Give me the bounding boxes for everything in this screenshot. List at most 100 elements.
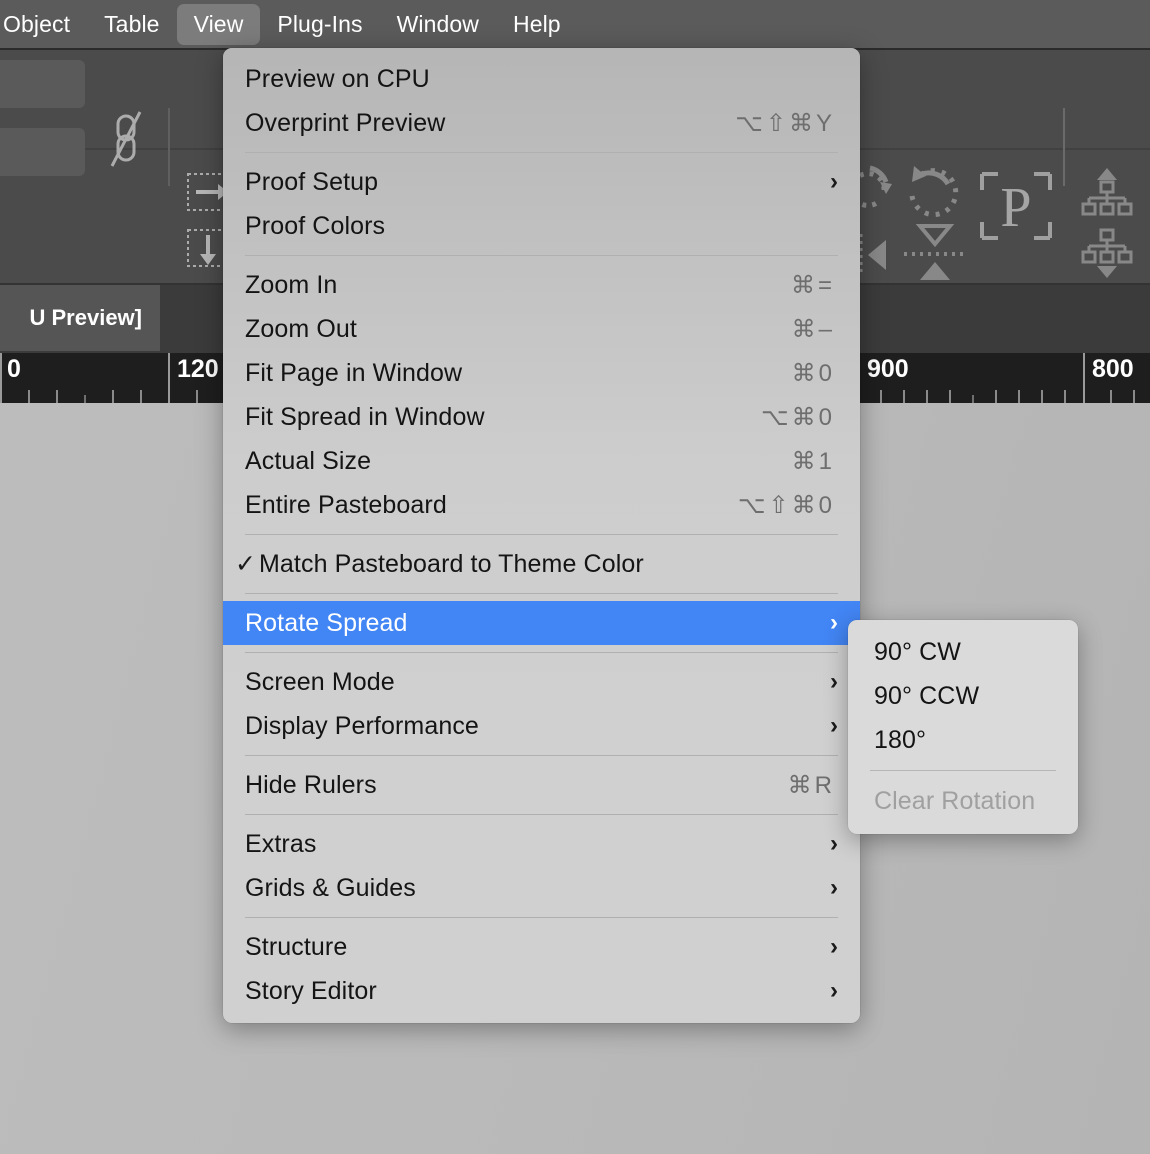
menu-item-label: Zoom Out [245, 314, 357, 343]
ruler-minor-tick [880, 390, 882, 403]
chevron-right-icon: › [830, 933, 838, 960]
menu-item-label: Match Pasteboard to Theme Color [259, 549, 644, 578]
menubar-item-table[interactable]: Table [87, 4, 176, 45]
menu-separator [245, 255, 838, 256]
ruler-label: 0 [7, 355, 21, 383]
menu-item-shortcut: ⌘– [791, 315, 835, 343]
chevron-right-icon: › [830, 874, 838, 901]
menu-item-shortcut: ⌘0 [791, 359, 835, 387]
ruler-minor-tick [949, 390, 951, 403]
menu-item-label: Structure [245, 932, 348, 961]
menu-item-label: Actual Size [245, 446, 372, 475]
menubar-item-object[interactable]: Object [0, 4, 87, 45]
menu-item-label: Proof Setup [245, 167, 379, 196]
svg-text:P: P [1000, 177, 1031, 239]
view-menu-dropdown: Preview on CPU Overprint Preview ⌥⇧⌘Y Pr… [223, 48, 860, 1023]
menu-item-hide-rulers[interactable]: Hide Rulers ⌘R [223, 763, 860, 807]
ruler-minor-tick [903, 390, 905, 403]
menu-item-shortcut: ⌘= [790, 271, 835, 299]
menu-item-label: Grids & Guides [245, 873, 416, 902]
rotate-spread-submenu: 90° CW 90° CCW 180° Clear Rotation [848, 620, 1078, 834]
menu-item-preview-on-cpu[interactable]: Preview on CPU [223, 57, 860, 101]
menubar-item-window[interactable]: Window [380, 4, 496, 45]
send-backward-hierarchy-icon[interactable] [1078, 228, 1136, 280]
menu-item-story-editor[interactable]: Story Editor › [223, 969, 860, 1013]
menu-item-extras[interactable]: Extras › [223, 822, 860, 866]
chevron-right-icon: › [830, 668, 838, 695]
menu-item-label: Rotate Spread [245, 608, 408, 637]
text-frame-p-icon[interactable]: P [978, 170, 1054, 242]
screen-root: P U Preview] 0 120 900 800 Object Table … [0, 0, 1150, 1154]
ruler-minor-tick [1110, 390, 1112, 403]
menu-item-label: Story Editor [245, 976, 377, 1005]
ruler-minor-tick [112, 390, 114, 403]
rotate-ccw-icon[interactable] [898, 162, 968, 218]
menu-item-display-performance[interactable]: Display Performance › [223, 704, 860, 748]
ruler-minor-tick [140, 390, 142, 403]
menubar-item-view[interactable]: View [176, 3, 261, 45]
menu-item-proof-setup[interactable]: Proof Setup › [223, 160, 860, 204]
menu-item-fit-page-in-window[interactable]: Fit Page in Window ⌘0 [223, 351, 860, 395]
submenu-item-180[interactable]: 180° [848, 718, 1078, 762]
ruler-minor-tick [1064, 390, 1066, 403]
distribute-vertical-icon[interactable] [898, 222, 968, 284]
menu-item-match-pasteboard-to-theme-color[interactable]: ✓ Match Pasteboard to Theme Color [223, 542, 860, 586]
ruler-minor-tick [1018, 390, 1020, 403]
menu-item-label: Proof Colors [245, 211, 386, 240]
document-tab-label: U Preview] [29, 305, 143, 330]
menu-item-structure[interactable]: Structure › [223, 925, 860, 969]
ruler-label: 800 [1092, 355, 1134, 383]
menu-item-label: Extras [245, 829, 317, 858]
menu-item-label: Entire Pasteboard [245, 490, 447, 519]
chevron-right-icon: › [830, 977, 838, 1004]
ruler-minor-tick [28, 390, 30, 403]
control-field-top[interactable] [0, 60, 85, 108]
ruler-minor-tick [1041, 390, 1043, 403]
broken-link-icon[interactable] [106, 108, 146, 170]
chevron-right-icon: › [830, 712, 838, 739]
align-left-icon[interactable] [856, 232, 896, 278]
application-menu-bar: Object Table View Plug-Ins Window Help [0, 0, 1150, 48]
menu-item-shortcut: ⌘R [787, 771, 835, 799]
ruler-minor-tick [972, 395, 974, 403]
ruler-minor-tick [995, 390, 997, 403]
menu-item-proof-colors[interactable]: Proof Colors [223, 204, 860, 248]
menu-separator [245, 593, 838, 594]
menu-item-actual-size[interactable]: Actual Size ⌘1 [223, 439, 860, 483]
menu-separator [245, 152, 838, 153]
menu-separator [245, 917, 838, 918]
document-tab[interactable]: U Preview] [0, 285, 160, 351]
menu-item-grids-and-guides[interactable]: Grids & Guides › [223, 866, 860, 910]
menu-item-fit-spread-in-window[interactable]: Fit Spread in Window ⌥⌘0 [223, 395, 860, 439]
menu-item-label: Overprint Preview [245, 108, 446, 137]
menu-item-entire-pasteboard[interactable]: Entire Pasteboard ⌥⇧⌘0 [223, 483, 860, 527]
submenu-item-label: 180° [874, 725, 927, 754]
submenu-item-clear-rotation: Clear Rotation [848, 779, 1078, 823]
ruler-minor-tick [196, 390, 198, 403]
menu-item-overprint-preview[interactable]: Overprint Preview ⌥⇧⌘Y [223, 101, 860, 145]
submenu-item-label: 90° CCW [874, 681, 980, 710]
submenu-item-label: 90° CW [874, 637, 962, 666]
menu-separator [245, 814, 838, 815]
menu-item-zoom-out[interactable]: Zoom Out ⌘– [223, 307, 860, 351]
checkmark-icon: ✓ [235, 549, 256, 578]
menu-separator [245, 534, 838, 535]
menu-separator [245, 652, 838, 653]
menu-separator [245, 755, 838, 756]
menubar-item-help[interactable]: Help [496, 4, 578, 45]
menubar-item-plug-ins[interactable]: Plug-Ins [260, 4, 379, 45]
control-panel-separator-right [1063, 108, 1065, 186]
menu-item-shortcut: ⌥⌘0 [760, 403, 835, 431]
menu-item-shortcut: ⌥⇧⌘0 [737, 491, 835, 519]
ruler-minor-tick [1133, 390, 1135, 403]
ruler-minor-tick [926, 390, 928, 403]
submenu-item-90-cw[interactable]: 90° CW [848, 630, 1078, 674]
menu-item-rotate-spread[interactable]: Rotate Spread › [223, 601, 860, 645]
ruler-minor-tick [56, 390, 58, 403]
submenu-item-90-ccw[interactable]: 90° CCW [848, 674, 1078, 718]
send-forward-hierarchy-icon[interactable] [1078, 166, 1136, 218]
control-field-bottom[interactable] [0, 128, 85, 176]
menu-item-screen-mode[interactable]: Screen Mode › [223, 660, 860, 704]
ruler-minor-tick [84, 395, 86, 403]
menu-item-zoom-in[interactable]: Zoom In ⌘= [223, 263, 860, 307]
